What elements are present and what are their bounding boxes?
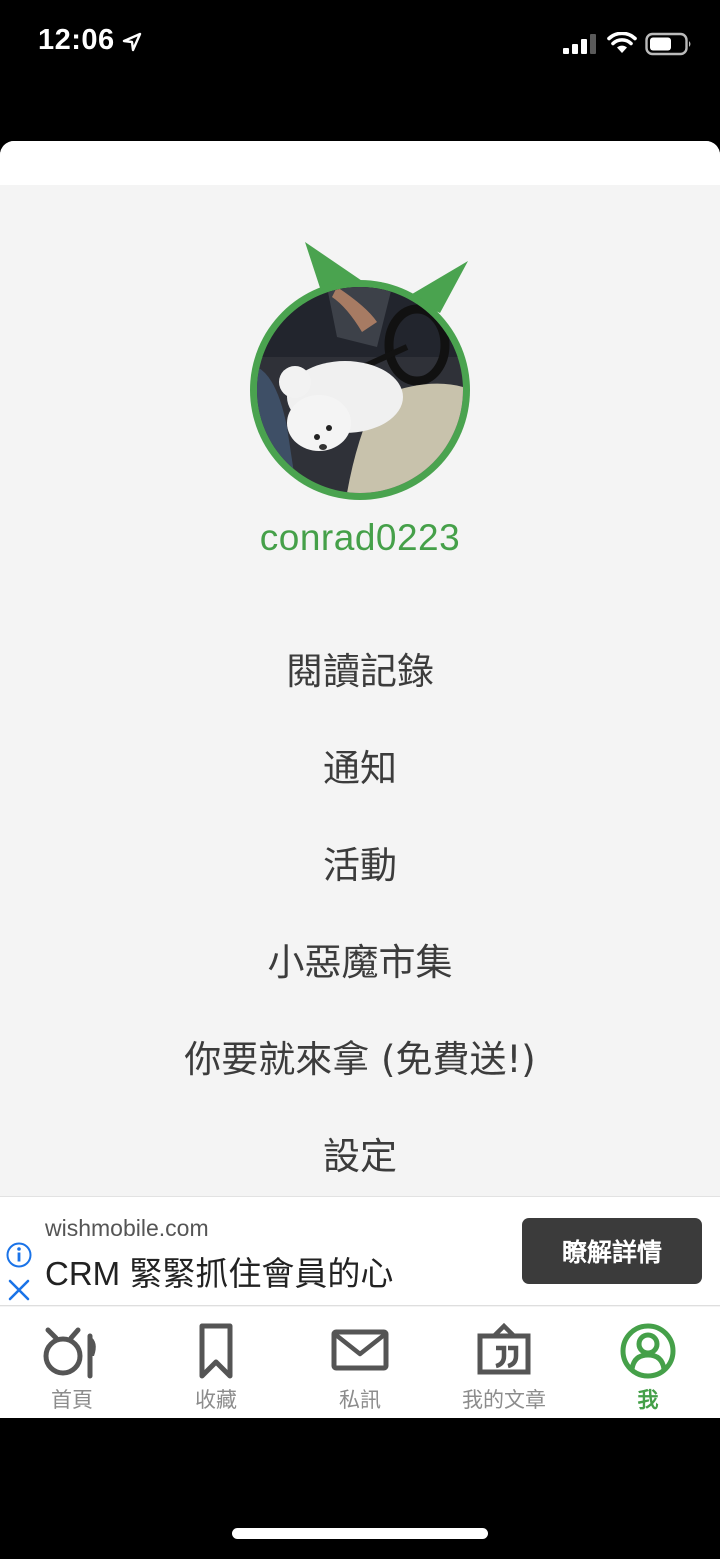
wifi-icon [607, 32, 637, 53]
ad-learn-more-button[interactable]: 瞭解詳情 [522, 1218, 702, 1284]
home-pot-icon [43, 1327, 96, 1379]
menu-settings[interactable]: 設定 [0, 1104, 720, 1201]
ad-banner[interactable]: wishmobile.com CRM 緊緊抓住會員的心 瞭解詳情 [0, 1196, 720, 1306]
quote-board-icon [477, 1322, 531, 1375]
username[interactable]: conrad0223 [0, 517, 720, 559]
status-bar: 12:06 [0, 0, 720, 90]
tab-home[interactable]: 首頁 [0, 1307, 144, 1418]
close-icon[interactable] [7, 1278, 31, 1302]
menu-reading-history[interactable]: 閱讀記錄 [0, 619, 720, 716]
tab-messages[interactable]: 私訊 [288, 1307, 432, 1418]
info-icon[interactable] [6, 1242, 32, 1268]
bottom-tab-bar: 首頁 收藏 私訊 我的文章 我 [0, 1307, 720, 1418]
bookmark-icon [199, 1323, 233, 1379]
cellular-signal-icon [563, 34, 596, 54]
tab-messages-label: 私訊 [339, 1388, 381, 1412]
status-time: 12:06 [38, 24, 115, 56]
profile-page: conrad0223 閱讀記錄 通知 活動 小惡魔市集 你要就來拿 (免費送!)… [0, 141, 720, 1418]
battery-icon [645, 32, 691, 56]
location-arrow-icon [122, 32, 142, 52]
tab-favorites-label: 收藏 [195, 1388, 237, 1412]
profile-menu: 閱讀記錄 通知 活動 小惡魔市集 你要就來拿 (免費送!) 設定 [0, 619, 720, 1201]
phone-screen: 12:06 conrad0223 閱讀記錄 通知 活動 小惡魔市集 你要就來拿 … [0, 0, 720, 1559]
tab-my-articles[interactable]: 我的文章 [432, 1307, 576, 1418]
profile-icon [620, 1323, 676, 1379]
tab-me-label: 我 [637, 1388, 659, 1412]
menu-notifications[interactable]: 通知 [0, 716, 720, 813]
tab-me[interactable]: 我 [576, 1307, 720, 1418]
mail-icon [331, 1329, 389, 1371]
dog-photo-icon [257, 287, 463, 493]
tab-my-articles-label: 我的文章 [462, 1388, 546, 1412]
tab-favorites[interactable]: 收藏 [144, 1307, 288, 1418]
ad-title[interactable]: CRM 緊緊抓住會員的心 [45, 1247, 393, 1295]
header-strip [0, 141, 720, 185]
home-indicator[interactable] [232, 1528, 488, 1539]
avatar-photo [257, 287, 463, 493]
menu-devil-market[interactable]: 小惡魔市集 [0, 910, 720, 1007]
ad-domain: wishmobile.com [45, 1215, 209, 1241]
menu-events[interactable]: 活動 [0, 813, 720, 910]
tab-home-label: 首頁 [51, 1388, 93, 1412]
avatar[interactable] [245, 241, 475, 503]
menu-free-giveaway[interactable]: 你要就來拿 (免費送!) [0, 1007, 720, 1104]
